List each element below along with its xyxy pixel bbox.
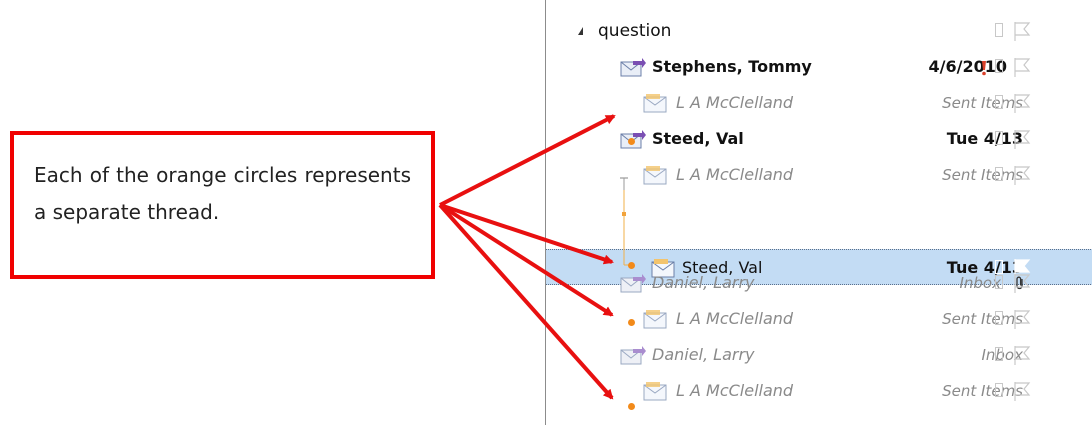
- importance-icon: [982, 61, 986, 76]
- message-list: question Stephens, Tommy 4/6/2010 L A Mc…: [545, 0, 1092, 425]
- flag-icon[interactable]: [1012, 164, 1032, 186]
- flag-icon[interactable]: [1012, 20, 1032, 42]
- folder-name: Sent Items: [942, 166, 1023, 184]
- folder-name: Sent Items: [942, 310, 1023, 328]
- sender-name: L A McClelland: [676, 309, 794, 328]
- callout-text: Each of the orange circles represents a …: [34, 163, 411, 224]
- category-checkbox-icon[interactable]: [995, 275, 1003, 289]
- thread-connector: [620, 177, 632, 266]
- flag-icon[interactable]: [1012, 56, 1032, 78]
- folder-name: Sent Items: [942, 94, 1023, 112]
- thread-dot: [628, 319, 635, 326]
- sender-name: Daniel, Larry: [652, 273, 755, 292]
- flag-icon[interactable]: [1012, 344, 1032, 366]
- category-checkbox-icon[interactable]: [995, 347, 1003, 361]
- callout-box: Each of the orange circles represents a …: [10, 131, 435, 279]
- thread-dot: [628, 262, 635, 269]
- flag-icon[interactable]: [1012, 272, 1032, 294]
- flag-icon[interactable]: [1012, 92, 1032, 114]
- category-checkbox-icon[interactable]: [995, 95, 1003, 109]
- category-checkbox-icon[interactable]: [995, 167, 1003, 181]
- folder-name: Sent Items: [942, 382, 1023, 400]
- thread-dot: [628, 138, 635, 145]
- category-checkbox-icon[interactable]: [995, 59, 1003, 73]
- category-checkbox-icon[interactable]: [995, 311, 1003, 325]
- flag-icon[interactable]: [1012, 380, 1032, 402]
- category-checkbox-icon[interactable]: [995, 383, 1003, 397]
- sender-name: Stephens, Tommy: [652, 57, 812, 76]
- sender-name: L A McClelland: [676, 165, 794, 184]
- sender-name: Daniel, Larry: [652, 345, 755, 364]
- flag-icon[interactable]: [1012, 308, 1032, 330]
- flag-icon[interactable]: [1012, 128, 1032, 150]
- sender-name: L A McClelland: [676, 381, 794, 400]
- category-checkbox-icon[interactable]: [995, 131, 1003, 145]
- thread-dot: [628, 403, 635, 410]
- category-checkbox-icon[interactable]: [995, 23, 1003, 37]
- sender-name: L A McClelland: [676, 93, 794, 112]
